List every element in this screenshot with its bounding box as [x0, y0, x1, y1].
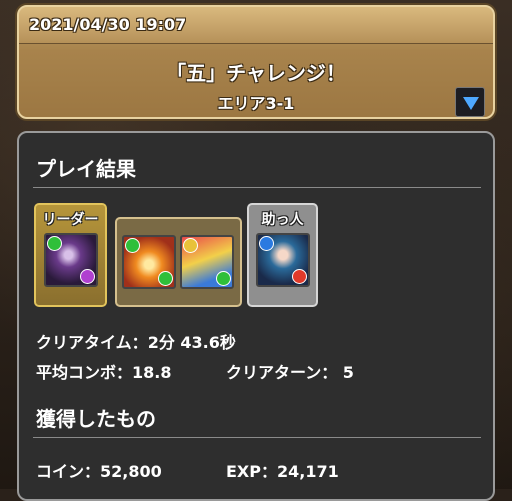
attribute-orb-icon [292, 269, 307, 284]
coin-row: コイン：52,800 [36, 458, 162, 482]
sub-monster-icon[interactable] [180, 235, 234, 289]
helper-monster-icon[interactable] [256, 233, 310, 287]
clear-turn-row: クリアターン： 5 [226, 359, 354, 383]
attribute-orb-icon [158, 271, 173, 286]
play-result-heading: プレイ結果 [36, 157, 136, 181]
clear-turn-value: 5 [342, 363, 354, 382]
divider [33, 187, 481, 188]
attribute-orb-icon [216, 271, 231, 286]
clear-turn-label: クリアターン： [226, 363, 338, 382]
rewards-heading: 獲得したもの [36, 407, 156, 431]
clear-time-label: クリアタイム： [36, 333, 148, 352]
leader-slot[interactable]: リーダー [34, 203, 107, 307]
exp-row: EXP：24,171 [226, 458, 339, 482]
divider [33, 437, 481, 438]
play-date: 2021/04/30 19:07 [29, 15, 187, 34]
attribute-orb-icon [80, 269, 95, 284]
clear-time-value: 2分 43.6秒 [147, 333, 236, 352]
coin-label: コイン： [36, 462, 101, 481]
dungeon-title: 「五」チャレンジ！ [166, 61, 346, 85]
clear-time-row: クリアタイム：2分 43.6秒 [36, 329, 236, 353]
sub-monster-icon[interactable] [122, 235, 176, 289]
helper-slot[interactable]: 助っ人 [247, 203, 318, 307]
attribute-orb-icon [125, 238, 140, 253]
triangle-down-icon [463, 97, 479, 110]
leader-label: リーダー [42, 212, 99, 228]
avg-combo-row: 平均コンボ：18.8 [36, 359, 172, 383]
helper-label: 助っ人 [261, 212, 304, 228]
dungeon-header: 2021/04/30 19:07 「五」チャレンジ！ エリア3-1 [17, 5, 495, 119]
coin-value: 52,800 [100, 462, 162, 481]
sub-members [115, 217, 242, 307]
attribute-orb-icon [259, 236, 274, 251]
attribute-orb-icon [47, 236, 62, 251]
exp-label: EXP： [226, 462, 277, 481]
exp-value: 24,171 [277, 462, 339, 481]
avg-combo-label: 平均コンボ： [36, 363, 133, 382]
area-name: エリア3-1 [217, 94, 295, 113]
dropdown-button[interactable] [455, 87, 485, 117]
attribute-orb-icon [183, 238, 198, 253]
avg-combo-value: 18.8 [132, 363, 172, 382]
leader-monster-icon[interactable] [44, 233, 98, 287]
results-panel: プレイ結果 リーダー 助っ人 クリアタイム：2分 43.6秒 平均コンボ：18.… [17, 131, 495, 501]
